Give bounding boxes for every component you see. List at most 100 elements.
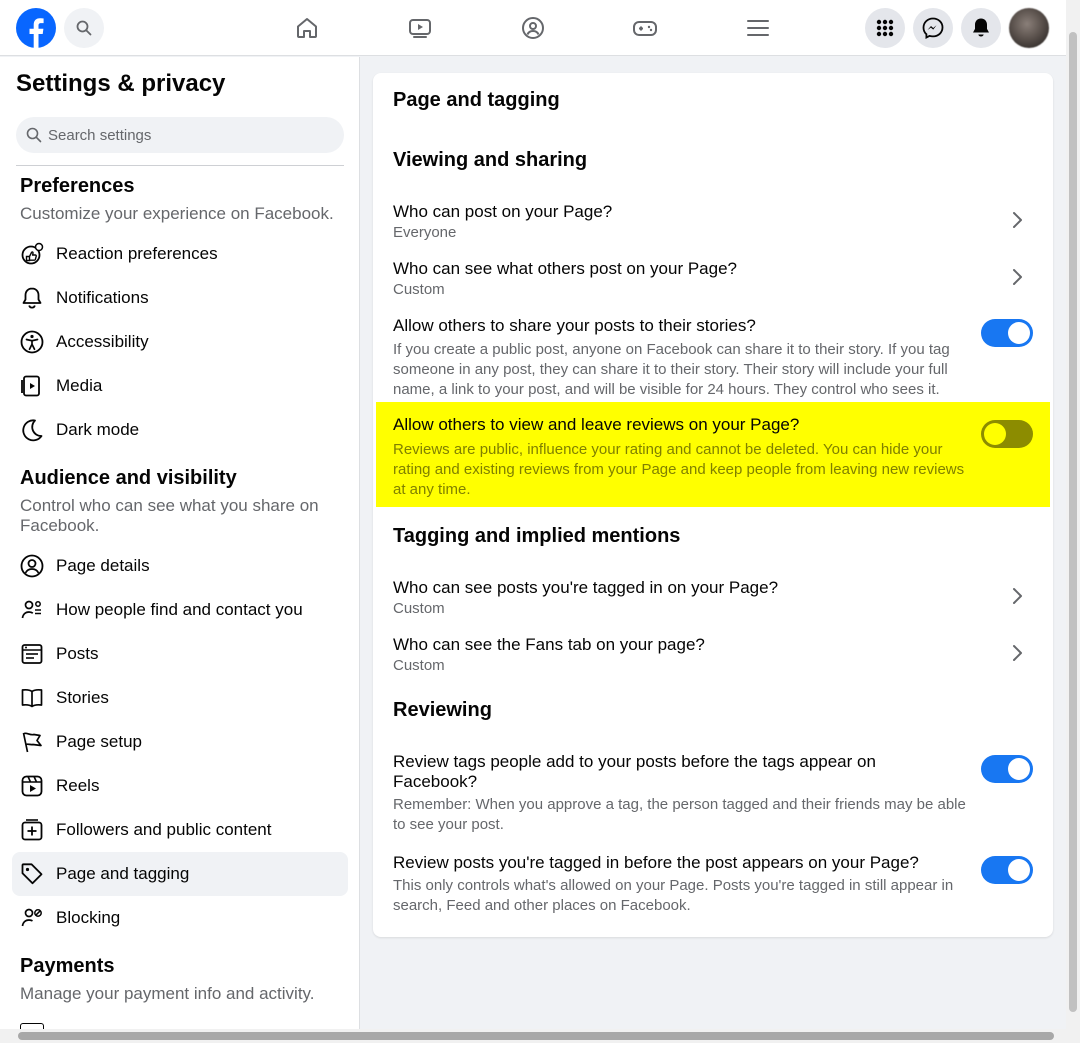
bell-icon (971, 17, 991, 39)
messenger-button[interactable] (913, 8, 953, 48)
sidebar-item-notifications[interactable]: Notifications (12, 276, 348, 320)
sidebar-item-posts[interactable]: Posts (12, 632, 348, 676)
flag-icon (20, 730, 44, 754)
sidebar-item-label: Notifications (56, 288, 149, 307)
reaction-icon (20, 242, 44, 266)
row-reviews: Allow others to view and leave reviews o… (376, 402, 1050, 507)
settings-sidebar: Settings & privacy Preferences Customize… (0, 57, 360, 1043)
section-title-audience: Audience and visibility (20, 467, 237, 489)
chevron-right-icon[interactable] (1007, 267, 1027, 287)
section-description-audience: Control who can see what you share on Fa… (20, 496, 319, 535)
sidebar-item-followers[interactable]: Followers and public content (12, 808, 348, 852)
share-stories-toggle[interactable] (981, 319, 1033, 347)
search-icon (26, 127, 42, 143)
row-title: Allow others to view and leave reviews o… (393, 415, 800, 434)
apps-grid-icon (875, 18, 895, 38)
vertical-scrollbar[interactable] (1066, 0, 1080, 1029)
search-settings-box[interactable] (16, 117, 344, 153)
row-subtitle: Custom (393, 657, 445, 674)
chevron-right-icon[interactable] (1007, 586, 1027, 606)
sidebar-item-label: Followers and public content (56, 820, 272, 839)
search-settings-input[interactable] (48, 126, 328, 144)
section-title-payments: Payments (20, 955, 115, 977)
page-title: Page and tagging (393, 89, 560, 111)
row-subtitle: Remember: When you approve a tag, the pe… (393, 796, 966, 833)
top-navigation-bar (0, 0, 1066, 56)
toggle-knob (1008, 859, 1030, 881)
row-subtitle: Custom (393, 600, 445, 617)
sidebar-item-accessibility[interactable]: Accessibility (12, 320, 348, 364)
sidebar-item-label: Page and tagging (56, 864, 190, 883)
sidebar-item-page-setup[interactable]: Page setup (12, 720, 348, 764)
divider (16, 165, 344, 166)
review-tagged-posts-toggle[interactable] (981, 856, 1033, 884)
section-description-payments: Manage your payment info and activity. (20, 984, 315, 1003)
group-title-tagging: Tagging and implied mentions (393, 525, 681, 547)
person-circle-icon (20, 554, 44, 578)
sidebar-item-label: Accessibility (56, 332, 149, 351)
sidebar-item-page-and-tagging[interactable]: Page and tagging (12, 852, 348, 896)
review-tags-toggle[interactable] (981, 755, 1033, 783)
media-icon (20, 374, 44, 398)
chevron-right-icon[interactable] (1007, 210, 1027, 230)
page-and-tagging-panel: Page and tagging Viewing and sharing Who… (373, 73, 1053, 937)
toggle-knob (1008, 758, 1030, 780)
sidebar-item-dark-mode[interactable]: Dark mode (12, 408, 348, 452)
home-icon[interactable] (293, 14, 321, 42)
sidebar-item-blocking[interactable]: Blocking (12, 896, 348, 940)
search-icon (76, 20, 92, 36)
row-subtitle: Everyone (393, 224, 457, 241)
sidebar-item-label: Media (56, 376, 103, 395)
sidebar-item-reaction-preferences[interactable]: Reaction preferences (12, 232, 348, 276)
search-button[interactable] (64, 8, 104, 48)
posts-icon (20, 642, 44, 666)
row-subtitle: If you create a public post, anyone on F… (393, 341, 950, 398)
sidebar-item-find-contact[interactable]: How people find and contact you (12, 588, 348, 632)
row-subtitle: Reviews are public, influence your ratin… (393, 441, 965, 498)
section-title-preferences: Preferences (20, 175, 135, 197)
sidebar-item-label: Dark mode (56, 420, 140, 439)
gaming-icon[interactable] (631, 14, 659, 42)
groups-icon[interactable] (519, 14, 547, 42)
sidebar-item-label: Reaction preferences (56, 244, 218, 263)
row-title: Who can see what others post on your Pag… (393, 259, 737, 278)
facebook-logo[interactable] (16, 8, 56, 48)
section-description-preferences: Customize your experience on Facebook. (20, 204, 334, 223)
row-tagged-posts-visibility[interactable]: Who can see posts you're tagged in on yo… (377, 573, 1049, 623)
apps-menu-button[interactable] (865, 8, 905, 48)
messenger-icon (922, 17, 944, 39)
notifications-button[interactable] (961, 8, 1001, 48)
row-who-can-see-others-posts[interactable]: Who can see what others post on your Pag… (377, 254, 1049, 304)
sidebar-item-stories[interactable]: Stories (12, 676, 348, 720)
book-icon (20, 686, 44, 710)
row-share-to-stories: Allow others to share your posts to thei… (377, 311, 1049, 401)
horizontal-scrollbar[interactable] (0, 1029, 1080, 1043)
sidebar-item-media[interactable]: Media (12, 364, 348, 408)
sidebar-item-reels[interactable]: Reels (12, 764, 348, 808)
row-subtitle: Custom (393, 281, 445, 298)
avatar[interactable] (1009, 8, 1049, 48)
accessibility-icon (20, 330, 44, 354)
row-title: Who can post on your Page? (393, 202, 613, 221)
sidebar-item-label: Posts (56, 644, 99, 663)
reviews-toggle[interactable] (981, 420, 1033, 448)
row-title: Review posts you're tagged in before the… (393, 853, 919, 872)
moon-icon (20, 418, 44, 442)
scrollbar-thumb[interactable] (1069, 32, 1077, 1012)
row-title: Allow others to share your posts to thei… (393, 316, 756, 335)
reels-icon (20, 774, 44, 798)
row-review-tags: Review tags people add to your posts bef… (377, 747, 1049, 837)
sidebar-item-label: Stories (56, 688, 109, 707)
video-icon[interactable] (406, 14, 434, 42)
row-title: Who can see the Fans tab on your page? (393, 635, 705, 654)
row-who-can-post[interactable]: Who can post on your Page? Everyone (377, 197, 1049, 247)
sidebar-title: Settings & privacy (16, 70, 226, 97)
group-title-viewing-sharing: Viewing and sharing (393, 149, 588, 171)
menu-icon[interactable] (744, 14, 772, 42)
chevron-right-icon[interactable] (1007, 643, 1027, 663)
scrollbar-thumb[interactable] (18, 1032, 1054, 1040)
plus-square-icon (20, 818, 44, 842)
row-fans-tab-visibility[interactable]: Who can see the Fans tab on your page? C… (377, 630, 1049, 680)
sidebar-item-label: Blocking (56, 908, 121, 927)
sidebar-item-page-details[interactable]: Page details (12, 544, 348, 588)
